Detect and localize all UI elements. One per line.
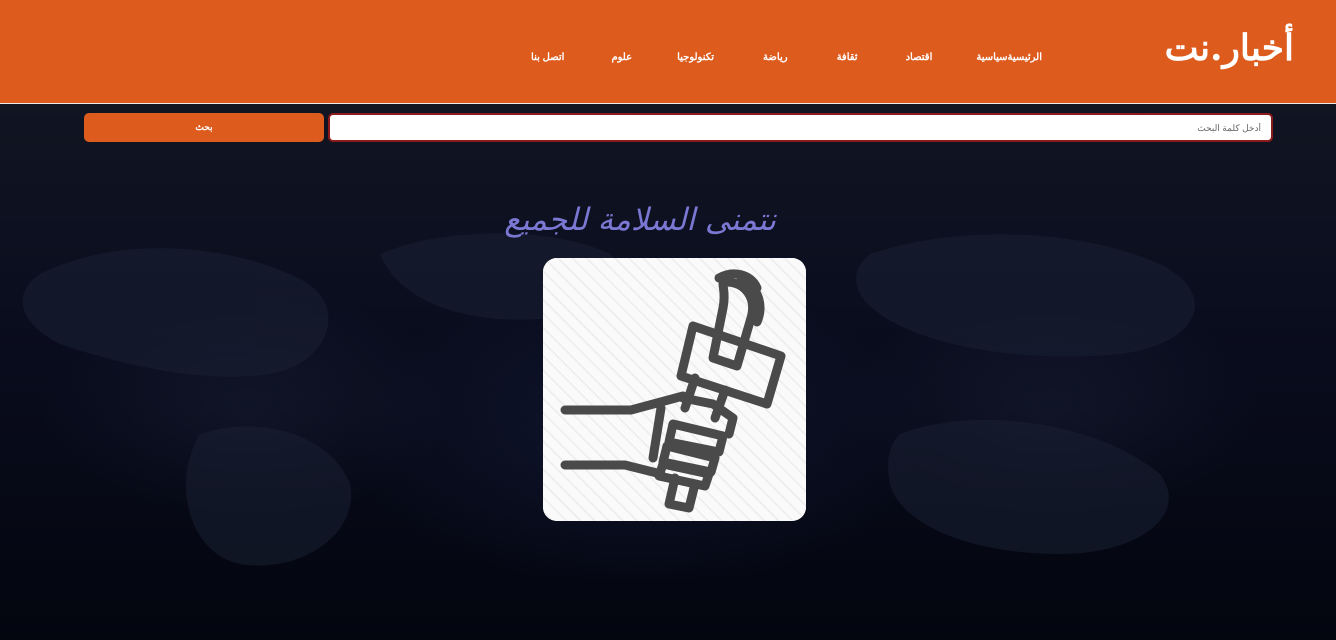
search-bar: بحث — [84, 113, 1273, 142]
nav-item-politics[interactable]: سياسية — [976, 52, 1007, 63]
nav-item-culture[interactable]: ثقافة — [837, 52, 858, 63]
microphone-in-hand-icon — [543, 258, 806, 521]
main-nav: الرئيسية سياسية اقتصاد ثقافة رياضة تكنول… — [484, 52, 1042, 63]
nav-item-technology[interactable]: تكنولوجيا — [677, 52, 714, 63]
nav-item-science[interactable]: علوم — [611, 52, 632, 63]
search-button[interactable]: بحث — [84, 113, 324, 142]
nav-item-contact[interactable]: اتصل بنا — [531, 52, 564, 63]
greeting-text: نتمنى السلامة للجميع — [504, 202, 776, 238]
site-logo[interactable]: أخبار.نت — [1165, 30, 1294, 66]
search-input[interactable] — [328, 113, 1273, 142]
nav-item-economy[interactable]: اقتصاد — [906, 52, 933, 63]
news-card — [543, 258, 806, 521]
site-header: أخبار.نت الرئيسية سياسية اقتصاد ثقافة ري… — [0, 0, 1336, 104]
nav-item-home[interactable]: الرئيسية — [1008, 52, 1042, 63]
nav-item-sports[interactable]: رياضة — [763, 52, 788, 63]
